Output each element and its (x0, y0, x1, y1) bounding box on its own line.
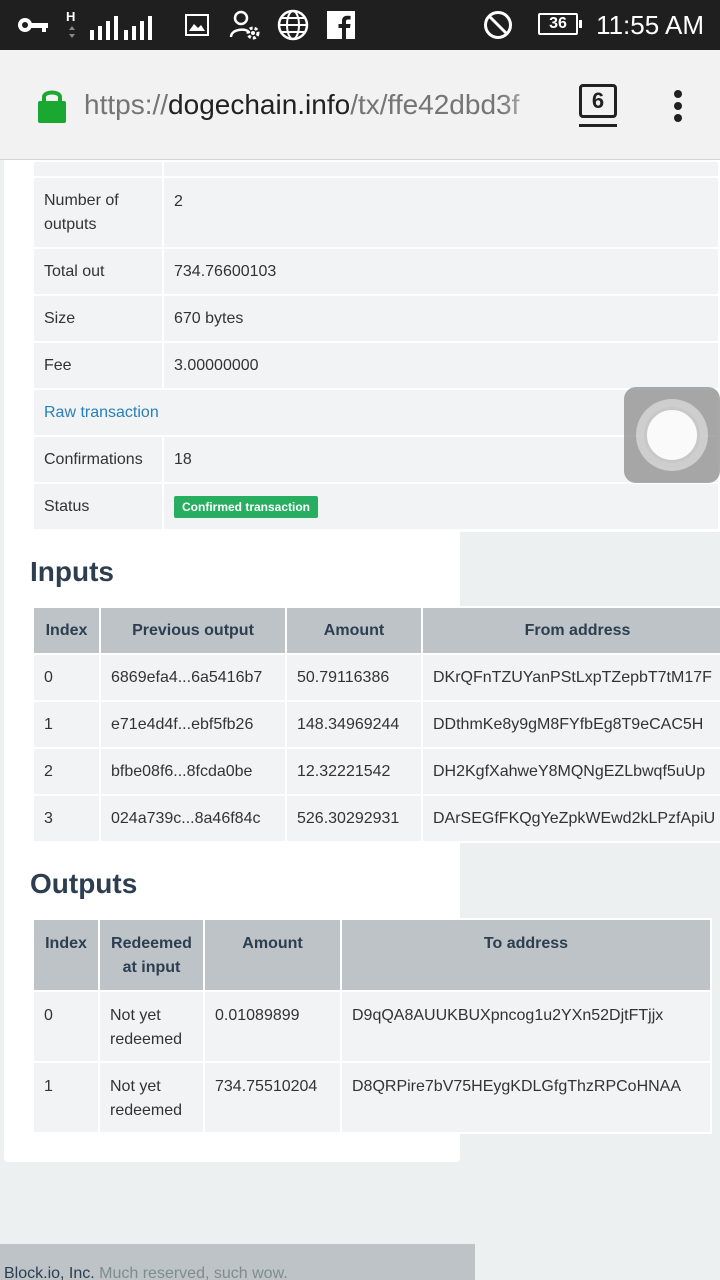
browser-toolbar: https://dogechain.info/tx/ffe42dbd3f 6 (0, 50, 720, 160)
inputs-header-from-address: From address (421, 606, 720, 655)
tab-switcher-underline (579, 124, 617, 127)
url-scheme: https:// (84, 89, 169, 120)
url-field[interactable]: https://dogechain.info/tx/ffe42dbd3f (84, 82, 554, 128)
do-not-disturb-icon (482, 0, 514, 50)
to-address-link[interactable]: D9qQA8AUUKBUXpncog1u2YXn52DjtFTjjx (340, 990, 712, 1063)
output-index: 0 (32, 990, 100, 1063)
redeemed-status: Not yet redeemed (98, 1061, 205, 1134)
previous-output-link[interactable]: 024a739c...8a46f84c (99, 794, 287, 843)
table-row: 2 bfbe08f6...8fcda0be 12.32221542 DH2Kgf… (32, 747, 720, 796)
summary-label: Confirmations (32, 435, 164, 484)
summary-label: Fee (32, 341, 164, 390)
inputs-header-amount: Amount (285, 606, 423, 655)
from-address-link[interactable]: DH2KgfXahweY8MQNgEZLbwqf5uUp (421, 747, 720, 796)
inputs-header-previous-output: Previous output (99, 606, 287, 655)
outputs-header-index: Index (32, 918, 100, 992)
outputs-heading: Outputs (30, 868, 138, 899)
table-row: 1 e71e4d4f...ebf5fb26 148.34969244 DDthm… (32, 700, 720, 749)
input-amount: 148.34969244 (285, 700, 423, 749)
raw-transaction-cell: Raw transaction (32, 388, 720, 437)
previous-output-link[interactable]: 6869efa4...6a5416b7 (99, 653, 287, 702)
clock: 11:55 AM (596, 10, 704, 40)
tab-switcher-button[interactable]: 6 (579, 84, 617, 118)
redeemed-status: Not yet redeemed (98, 990, 205, 1063)
input-amount: 50.79116386 (285, 653, 423, 702)
outputs-table: Index Redeemed at input Amount To addres… (32, 918, 712, 1134)
url-fade (500, 82, 556, 128)
table-row: 0 Not yet redeemed 0.01089899 D9qQA8AUUK… (32, 990, 712, 1063)
key-icon (16, 0, 50, 50)
transaction-summary-table: Number of outputs 2 Total out 734.7660010… (32, 160, 720, 531)
raw-transaction-link[interactable]: Raw transaction (44, 404, 159, 421)
inputs-table: Index Previous output Amount From addres… (32, 606, 720, 843)
page-footer: Block.io, Inc. Much reserved, such wow. (0, 1244, 475, 1280)
facebook-icon (326, 0, 356, 50)
input-index: 2 (32, 747, 101, 796)
url-path: /tx/ffe42dbd3f (350, 89, 520, 120)
previous-output-link[interactable]: bfbe08f6...8fcda0be (99, 747, 287, 796)
footer-tagline: Much reserved, such wow. (99, 1265, 288, 1280)
to-address-link[interactable]: D8QRPire7bV75HEygKDLGfgThzRPCoHNAA (340, 1061, 712, 1134)
outputs-header-redeemed: Redeemed at input (98, 918, 205, 992)
summary-value: 2 (162, 176, 720, 249)
overflow-menu-icon[interactable] (664, 86, 692, 126)
summary-label: Total out (32, 247, 164, 296)
from-address-link[interactable]: DKrQFnTZUYanPStLxpTZepbT7tM17F (421, 653, 720, 702)
status-badge: Confirmed transaction (174, 495, 319, 518)
input-index: 3 (32, 794, 101, 843)
output-index: 1 (32, 1061, 100, 1134)
table-row: 0 6869efa4...6a5416b7 50.79116386 DKrQFn… (32, 653, 720, 702)
previous-output-link[interactable]: e71e4d4f...ebf5fb26 (99, 700, 287, 749)
user-settings-icon (228, 0, 262, 50)
summary-label: Number of outputs (32, 176, 164, 249)
summary-label: Size (32, 294, 164, 343)
globe-icon (276, 0, 310, 50)
outputs-header-amount: Amount (203, 918, 342, 992)
input-index: 0 (32, 653, 101, 702)
inputs-header-index: Index (32, 606, 101, 655)
outputs-header-to-address: To address (340, 918, 712, 992)
footer-company: Block.io, Inc. (4, 1265, 95, 1280)
table-row: 1 Not yet redeemed 734.75510204 D8QRPire… (32, 1061, 712, 1134)
url-host: dogechain.info (168, 89, 351, 120)
assistive-touch-button[interactable] (624, 387, 720, 483)
from-address-link[interactable]: DArSEGfFKQgYeZpkWEwd2kLPzfApiU (421, 794, 720, 843)
summary-row-cut (32, 160, 164, 178)
from-address-link[interactable]: DDthmKe8y9gM8FYfbEg8T9eCAC5H (421, 700, 720, 749)
status-cell: Confirmed transaction (162, 482, 720, 531)
signal-icon: H (66, 0, 162, 50)
summary-value: 3.00000000 (162, 341, 720, 390)
summary-label: Status (32, 482, 164, 531)
lock-icon[interactable] (36, 86, 68, 129)
image-icon (184, 0, 210, 50)
summary-value: 734.76600103 (162, 247, 720, 296)
table-row: 3 024a739c...8a46f84c 526.30292931 DArSE… (32, 794, 720, 843)
status-bar: H 36 11:55 AM (0, 0, 720, 50)
battery-indicator: 36 (538, 13, 582, 35)
output-amount: 0.01089899 (203, 990, 342, 1063)
input-index: 1 (32, 700, 101, 749)
inputs-heading: Inputs (30, 556, 114, 587)
network-type-label: H (66, 9, 75, 24)
input-amount: 526.30292931 (285, 794, 423, 843)
output-amount: 734.75510204 (203, 1061, 342, 1134)
input-amount: 12.32221542 (285, 747, 423, 796)
summary-row-cut-value (162, 160, 720, 178)
assistive-touch-dot (644, 407, 700, 463)
summary-value: 670 bytes (162, 294, 720, 343)
